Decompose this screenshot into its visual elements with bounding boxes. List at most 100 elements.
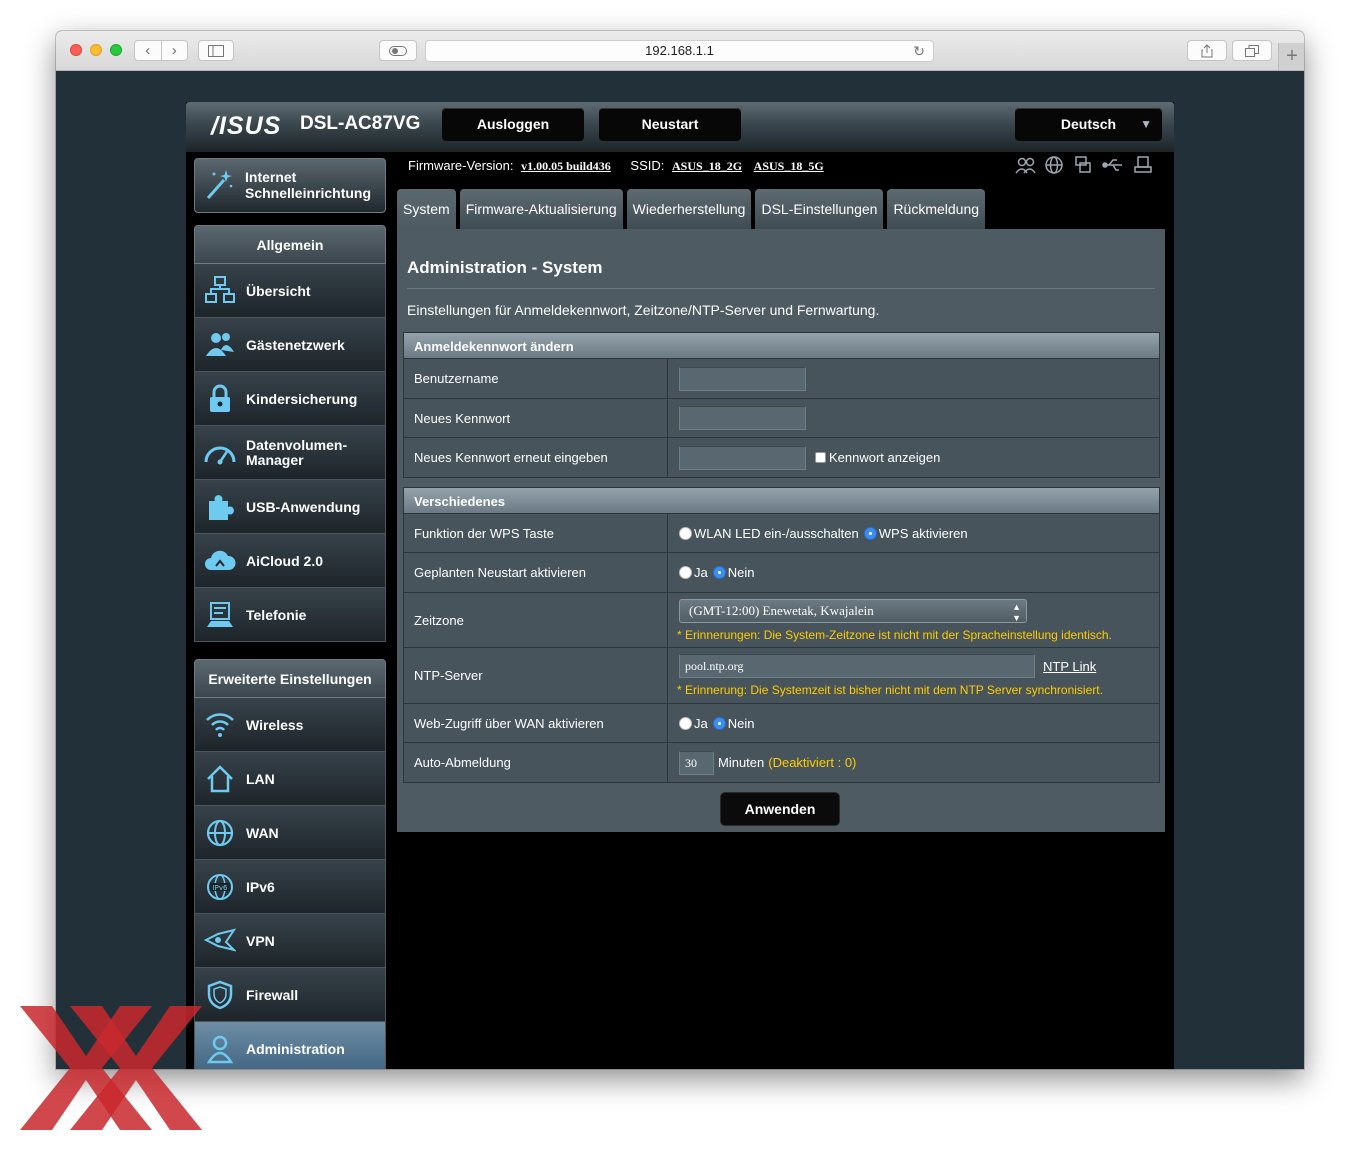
apply-button[interactable]: Anwenden <box>721 793 839 825</box>
sidebar-item-label: Administration <box>246 1040 345 1057</box>
sidebar-item-wireless[interactable]: Wireless <box>194 698 386 752</box>
timezone-select[interactable]: (GMT-12:00) Enewetak, Kwajalein ▲ ▼ <box>679 598 1027 623</box>
show-password-checkbox[interactable] <box>815 452 826 463</box>
back-button[interactable]: ‹ <box>135 41 162 60</box>
reboot-yes-radio[interactable] <box>679 566 692 579</box>
sidebar-item-lan[interactable]: LAN <box>194 752 386 806</box>
quick-internet-setup-button[interactable]: Internet Schnelleinrichtung <box>194 158 386 213</box>
new-password-input[interactable] <box>679 406 806 430</box>
reload-icon[interactable]: ↻ <box>913 41 925 61</box>
password-section-header: Anmeldekennwort ändern <box>403 332 1160 359</box>
sidebar-item-vpn[interactable]: VPN <box>194 914 386 968</box>
reboot-button[interactable]: Neustart <box>599 108 741 141</box>
tabs-overview-button[interactable] <box>1232 40 1272 61</box>
share-icon <box>1201 44 1213 58</box>
history-nav: ‹ › <box>134 40 188 61</box>
ntp-hint: * Erinnerung: Die Systemzeit ist bisher … <box>677 683 1103 697</box>
browser-toolbar: ‹ › 192.168.1.1 ↻ + <box>56 31 1304 71</box>
firmware-info: Firmware-Version: v1.00.05 build436 SSID… <box>408 158 824 174</box>
wan-access-row: Web-Zugriff über WAN aktivieren Ja Nein <box>403 704 1160 743</box>
chevron-down-icon: ▼ <box>1140 117 1152 131</box>
wifi-icon <box>203 710 237 740</box>
sidebar-item-parental-control[interactable]: Kindersicherung <box>194 372 386 426</box>
svg-text:IPv6: IPv6 <box>213 884 228 892</box>
sidebar-item-usb-application[interactable]: USB-Anwendung <box>194 480 386 534</box>
internet-status-icon[interactable] <box>1045 156 1063 174</box>
printer-icon[interactable] <box>1134 156 1152 173</box>
share-button[interactable] <box>1187 40 1227 61</box>
close-window-button[interactable] <box>70 44 82 56</box>
tab-dsl-settings[interactable]: DSL-Einstellungen <box>755 189 884 230</box>
reboot-no-label: Nein <box>727 565 755 580</box>
show-password-label: Kennwort anzeigen <box>829 450 941 465</box>
sidebar-item-overview[interactable]: Übersicht <box>194 264 386 318</box>
sidebar-item-ipv6[interactable]: IPv6 IPv6 <box>194 860 386 914</box>
firmware-version-link[interactable]: v1.00.05 build436 <box>521 159 611 173</box>
ssid-2g-link[interactable]: ASUS_18_2G <box>672 159 742 173</box>
reader-toggle-button[interactable] <box>379 40 417 61</box>
select-arrows-icon: ▲ ▼ <box>1012 601 1021 623</box>
minimize-window-button[interactable] <box>90 44 102 56</box>
gauge-icon <box>203 438 237 468</box>
title-divider <box>407 288 1155 289</box>
shield-icon <box>203 980 237 1010</box>
wan-access-label: Web-Zugriff über WAN aktivieren <box>404 704 668 742</box>
ntp-link[interactable]: NTP Link <box>1043 659 1096 674</box>
wan-access-no-radio[interactable] <box>712 716 726 730</box>
wps-led-radio[interactable] <box>679 526 692 540</box>
logout-button[interactable]: Ausloggen <box>442 108 584 141</box>
zoom-window-button[interactable] <box>110 44 122 56</box>
sidebar-item-telephony[interactable]: Telefonie <box>194 588 386 642</box>
auto-logout-unit: Minuten <box>718 755 765 770</box>
clients-icon[interactable] <box>1015 157 1036 174</box>
sidebar-toggle-button[interactable] <box>198 40 234 61</box>
content-panel: Administration - System Einstellungen fü… <box>397 229 1165 832</box>
password-section: Anmeldekennwort ändern Benutzername Neue… <box>403 332 1160 478</box>
sidebar-item-administration[interactable]: Administration <box>194 1022 386 1069</box>
tab-firmware-update[interactable]: Firmware-Aktualisierung <box>459 189 623 230</box>
reboot-no-radio[interactable] <box>712 566 726 579</box>
forward-button[interactable]: › <box>162 41 188 60</box>
sidebar-item-wan[interactable]: WAN <box>194 806 386 860</box>
sidebar-item-label: LAN <box>246 770 275 787</box>
address-bar[interactable]: 192.168.1.1 ↻ <box>425 40 934 62</box>
router-app: /ISUS DSL-AC87VG Ausloggen Neustart Deut… <box>186 102 1174 1069</box>
new-tab-button[interactable]: + <box>1278 43 1304 70</box>
repeat-password-label: Neues Kennwort erneut eingeben <box>404 438 668 477</box>
network-map-icon <box>203 276 237 306</box>
sidebar-item-aicloud[interactable]: AiCloud 2.0 <box>194 534 386 588</box>
sidebar-item-label: IPv6 <box>246 878 275 895</box>
sidebar-item-firewall[interactable]: Firewall <box>194 968 386 1022</box>
admin-icon <box>203 1034 237 1064</box>
sidebar-item-guest-network[interactable]: Gästenetzwerk <box>194 318 386 372</box>
cloud-icon <box>203 546 237 576</box>
wps-activate-radio[interactable] <box>863 526 877 540</box>
repeat-password-input[interactable] <box>679 445 806 470</box>
puzzle-icon <box>203 492 237 522</box>
lock-icon <box>203 384 237 414</box>
sidebar-item-traffic-manager[interactable]: Datenvolumen- Manager <box>194 426 386 480</box>
misc-section-header: Verschiedenes <box>403 487 1160 514</box>
globe-icon <box>203 818 237 848</box>
advanced-menu-header: Erweiterte Einstellungen <box>194 659 386 698</box>
tab-system[interactable]: System <box>397 189 456 230</box>
devices-icon[interactable] <box>1075 156 1091 173</box>
tab-restore[interactable]: Wiederherstellung <box>626 189 752 230</box>
timezone-value: (GMT-12:00) Enewetak, Kwajalein <box>689 602 874 618</box>
ntp-server-input[interactable]: pool.ntp.org <box>679 654 1035 678</box>
usb-icon[interactable] <box>1102 159 1122 171</box>
ssid-5g-link[interactable]: ASUS_18_5G <box>754 159 824 173</box>
wps-row: Funktion der WPS Taste WLAN LED ein-/aus… <box>403 514 1160 553</box>
wan-access-yes-radio[interactable] <box>679 716 692 730</box>
username-input[interactable] <box>679 366 806 391</box>
scheduled-reboot-row: Geplanten Neustart aktivieren Ja Nein <box>403 553 1160 593</box>
auto-logout-input[interactable]: 30 <box>679 750 714 775</box>
auto-logout-label: Auto-Abmeldung <box>404 743 668 782</box>
vpn-icon <box>203 926 238 956</box>
tab-feedback[interactable]: Rückmeldung <box>887 189 986 230</box>
language-value: Deutsch <box>1060 116 1117 132</box>
language-select[interactable]: Deutsch ▼ <box>1015 108 1162 141</box>
phone-icon <box>203 600 237 630</box>
magic-wand-icon <box>204 168 234 202</box>
browser-window: ‹ › 192.168.1.1 ↻ + /ISUS DSL-AC87VG Aus… <box>56 31 1304 1069</box>
